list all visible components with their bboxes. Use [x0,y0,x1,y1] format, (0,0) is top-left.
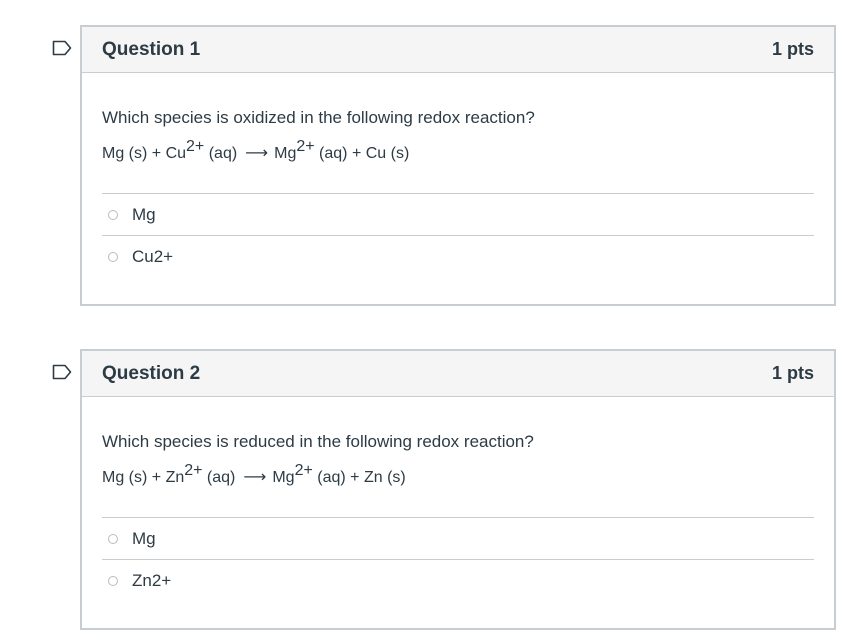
radio-unchecked-icon[interactable] [108,533,118,544]
answer-label[interactable]: Mg [132,529,156,549]
answer-option[interactable]: Cu2+ [102,236,814,278]
answer-list: Mg Zn2+ [102,517,814,602]
answer-option[interactable]: Zn2+ [102,560,814,602]
equation-state: (aq) [202,469,236,486]
question-card: Question 1 1 pts Which species is oxidiz… [80,25,836,306]
question-title: Question 2 [102,362,201,384]
reaction-arrow-icon: ⟶ [243,469,267,486]
equation-reactants: Mg (s) + Zn [102,469,185,486]
answer-option[interactable]: Mg [102,194,814,236]
equation-charge: 2+ [184,462,203,479]
answer-list: Mg Cu2+ [102,193,814,278]
question-header: Question 2 1 pts [82,351,834,397]
equation-products-rest: (aq) + Cu (s) [314,145,410,162]
question-prompt: Which species is oxidized in the followi… [102,108,535,127]
equation-reactants: Mg (s) + Cu [102,145,187,162]
reaction-arrow-icon: ⟶ [245,145,269,162]
equation-charge: 2+ [294,462,313,479]
radio-unchecked-icon[interactable] [108,252,118,262]
equation-products-rest: (aq) + Zn (s) [312,469,406,486]
question-body: Which species is reduced in the followin… [82,397,834,602]
reaction-equation: Mg (s) + Cu2+ (aq) ⟶ Mg2+ (aq) + Cu (s) [102,139,814,165]
question-body: Which species is oxidized in the followi… [82,73,834,278]
question-title: Question 1 [102,38,201,60]
equation-state: (aq) [204,145,238,162]
flag-question-icon[interactable] [52,40,72,56]
question-card: Question 2 1 pts Which species is reduce… [80,349,836,630]
answer-label[interactable]: Cu2+ [132,247,173,267]
equation-product: Mg [272,469,295,486]
equation-product: Mg [274,145,297,162]
flag-question-icon[interactable] [52,364,72,380]
equation-charge: 2+ [296,138,315,155]
radio-unchecked-icon[interactable] [108,209,118,220]
question-points: 1 pts [771,39,814,59]
answer-option[interactable]: Mg [102,518,814,560]
answer-label[interactable]: Mg [132,205,156,225]
question-prompt: Which species is reduced in the followin… [102,432,534,451]
question-header: Question 1 1 pts [82,27,834,73]
answer-label[interactable]: Zn2+ [132,571,171,591]
radio-unchecked-icon[interactable] [108,576,118,586]
equation-charge: 2+ [186,138,205,155]
question-points: 1 pts [771,363,814,383]
reaction-equation: Mg (s) + Zn2+ (aq) ⟶ Mg2+ (aq) + Zn (s) [102,463,814,489]
